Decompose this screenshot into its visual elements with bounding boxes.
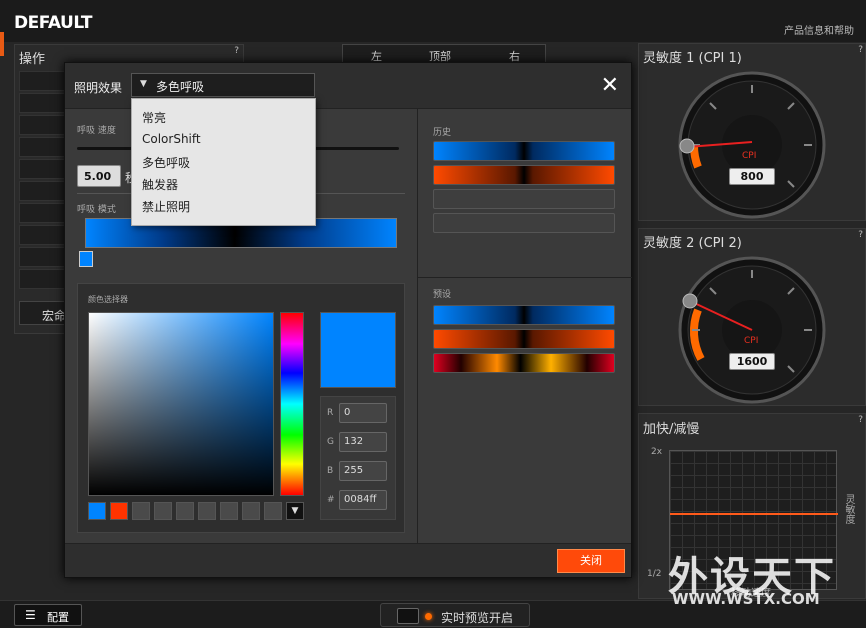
- r-label: R: [327, 408, 334, 418]
- action-cell[interactable]: [19, 269, 67, 289]
- lighting-dialog: 照明效果 ▼ 多色呼吸 ✕ 呼吸 速度 5.00 秒 呼吸 模式 颜色选择器 R…: [64, 62, 632, 578]
- sensitivity1-panel: 灵敏度 1 (CPI 1) ? CPI 800: [638, 43, 866, 221]
- list-icon: ☰: [25, 608, 36, 622]
- history-gradient[interactable]: [433, 189, 615, 209]
- sensitivity2-value[interactable]: 1600: [729, 353, 775, 370]
- r-input[interactable]: 0: [339, 403, 387, 423]
- g-label: G: [327, 437, 334, 447]
- divider: [417, 109, 418, 543]
- menu-item-trigger[interactable]: 触发器: [142, 176, 178, 193]
- rgb-fields: R 0 G 132 B 255 # 0084ff: [320, 396, 396, 520]
- mode-label: 呼吸 模式: [77, 205, 116, 215]
- chevron-down-icon: ▼: [140, 79, 147, 89]
- menu-item-disable-lighting[interactable]: 禁止照明: [142, 198, 190, 215]
- color-picker-panel: 颜色选择器 R 0 G 132 B 255 # 0084ff ▼: [77, 283, 405, 533]
- history-label: 历史: [433, 128, 452, 138]
- swatch-empty[interactable]: [264, 502, 282, 520]
- effect-label: 照明效果: [74, 81, 123, 95]
- app-window: DEFAULT 产品信息和帮助 操作 ? 宏命 左 顶部 右 灵敏度 1 (CP…: [0, 0, 866, 628]
- cpi-label: CPI: [744, 336, 759, 346]
- b-input[interactable]: 255: [339, 461, 387, 481]
- product-info-link[interactable]: 产品信息和帮助: [784, 22, 854, 37]
- preset-gradient[interactable]: [433, 353, 615, 373]
- preset-gradient[interactable]: [433, 329, 615, 349]
- help-icon[interactable]: ?: [858, 415, 863, 425]
- hex-input[interactable]: 0084ff: [339, 490, 387, 510]
- swatch-empty[interactable]: [132, 502, 150, 520]
- b-label: B: [327, 466, 334, 476]
- sensitivity2-panel: 灵敏度 2 (CPI 2) ? CPI 1600: [638, 228, 866, 406]
- swatch-empty[interactable]: [154, 502, 172, 520]
- zone-tabs: 左 顶部 右: [342, 44, 546, 64]
- swatch-more-icon[interactable]: ▼: [286, 502, 304, 520]
- effect-menu: 常亮 ColorShift 多色呼吸 触发器 禁止照明: [131, 98, 316, 226]
- sensitivity1-value[interactable]: 800: [729, 168, 775, 185]
- actions-title: 操作: [19, 52, 46, 67]
- action-cell[interactable]: [19, 93, 67, 113]
- action-cell[interactable]: [19, 71, 67, 91]
- gradient-stop-handle[interactable]: [79, 251, 93, 267]
- accent-strip: [0, 32, 4, 56]
- history-gradient[interactable]: [433, 141, 615, 161]
- acceleration-title: 加快/减慢: [643, 422, 700, 437]
- selected-color-preview: [320, 312, 396, 388]
- action-cell[interactable]: [19, 159, 67, 179]
- sensitivity2-gauge[interactable]: [677, 255, 827, 405]
- sensitivity2-title: 灵敏度 2 (CPI 2): [643, 236, 742, 251]
- divider: [418, 277, 632, 278]
- config-label: 配置: [47, 611, 69, 624]
- help-icon[interactable]: ?: [858, 230, 863, 240]
- swatch-red[interactable]: [110, 502, 128, 520]
- swatch-empty[interactable]: [242, 502, 260, 520]
- dialog-footer: [65, 543, 631, 577]
- history-gradient[interactable]: [433, 213, 615, 233]
- action-cell[interactable]: [19, 181, 67, 201]
- close-icon[interactable]: ✕: [601, 73, 619, 98]
- action-cell[interactable]: [19, 137, 67, 157]
- swatch-empty[interactable]: [220, 502, 238, 520]
- swatch-blue[interactable]: [88, 502, 106, 520]
- effect-dropdown[interactable]: ▼ 多色呼吸: [131, 73, 315, 97]
- action-cell[interactable]: [19, 225, 67, 245]
- speed-label: 呼吸 速度: [77, 126, 116, 136]
- header-bar: [0, 0, 866, 42]
- cpi-label: CPI: [742, 151, 757, 161]
- status-led-icon: [425, 613, 432, 620]
- action-cell[interactable]: [19, 247, 67, 267]
- g-input[interactable]: 132: [339, 432, 387, 452]
- action-cell[interactable]: [19, 115, 67, 135]
- speed-input[interactable]: 5.00: [77, 165, 121, 187]
- menu-item-multicolor-breathe[interactable]: 多色呼吸: [142, 154, 190, 171]
- help-icon[interactable]: ?: [234, 46, 239, 56]
- swatch-empty[interactable]: [176, 502, 194, 520]
- menu-item-solid[interactable]: 常亮: [142, 109, 166, 126]
- help-icon[interactable]: ?: [858, 45, 863, 55]
- action-cell[interactable]: [19, 203, 67, 223]
- macro-button[interactable]: 宏命: [19, 301, 67, 325]
- y-bottom-label: 1/2: [647, 569, 662, 579]
- swatch-empty[interactable]: [198, 502, 216, 520]
- watermark-url: WWW.WSTX.COM: [672, 590, 820, 608]
- preview-label: 实时预览开启: [441, 611, 514, 625]
- presets-label: 预设: [433, 290, 452, 300]
- config-button[interactable]: ☰ 配置: [14, 604, 82, 626]
- saturation-value-field[interactable]: [88, 312, 274, 496]
- close-button[interactable]: 关闭: [557, 549, 625, 573]
- sensitivity1-title: 灵敏度 1 (CPI 1): [643, 51, 742, 66]
- hue-slider[interactable]: [280, 312, 304, 496]
- live-preview-toggle[interactable]: 实时预览开启: [380, 603, 530, 627]
- toggle-switch[interactable]: [397, 608, 419, 624]
- sensitivity-axis-label: 灵敏度: [843, 494, 854, 524]
- profile-title: DEFAULT: [14, 13, 92, 33]
- preset-gradient[interactable]: [433, 305, 615, 325]
- sensitivity1-gauge[interactable]: [677, 70, 827, 220]
- hex-label: #: [327, 495, 335, 505]
- menu-item-colorshift[interactable]: ColorShift: [142, 132, 201, 146]
- picker-label: 颜色选择器: [88, 295, 128, 304]
- acceleration-curve[interactable]: [670, 513, 838, 515]
- effect-value: 多色呼吸: [156, 80, 205, 94]
- history-gradient[interactable]: [433, 165, 615, 185]
- y-top-label: 2x: [651, 447, 663, 457]
